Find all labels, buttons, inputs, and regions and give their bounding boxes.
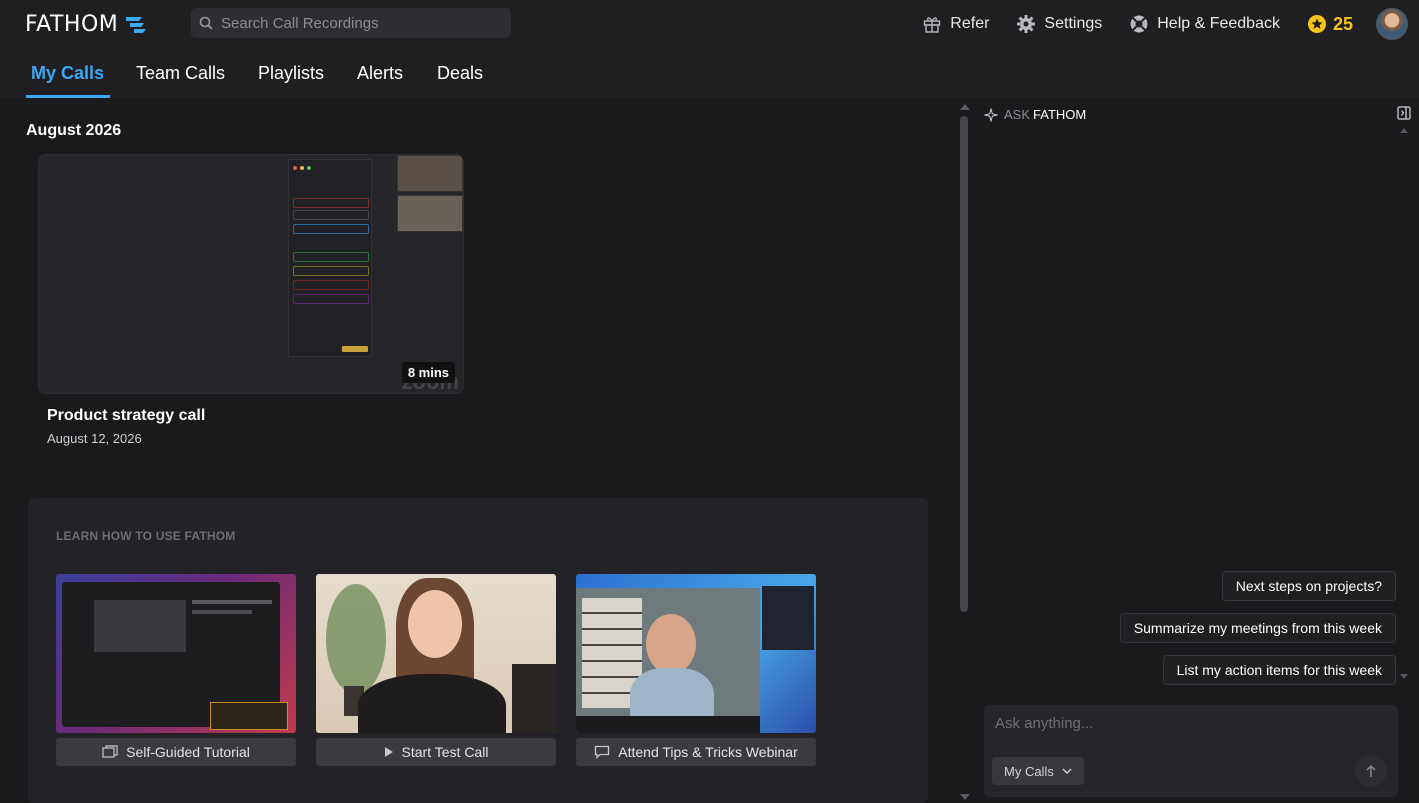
tab-deals[interactable]: Deals	[437, 63, 483, 84]
tab-playlists[interactable]: Playlists	[258, 63, 324, 84]
start-test-call-button[interactable]: Start Test Call	[316, 738, 556, 766]
fathom-label: FATHOM	[1033, 107, 1087, 122]
chevron-down-icon	[1062, 768, 1072, 774]
learn-card-test-call: Start Test Call	[316, 574, 556, 766]
sparkle-icon	[984, 107, 998, 122]
fathom-logo[interactable]: FATHOM	[25, 9, 147, 39]
refer-button[interactable]: Refer	[922, 14, 989, 34]
search-icon	[199, 16, 213, 30]
scroll-down-arrow[interactable]	[960, 794, 970, 800]
panel-scroll-up-arrow[interactable]	[1400, 128, 1408, 133]
learn-heading: LEARN HOW TO USE FATHOM	[56, 529, 236, 543]
attend-webinar-button[interactable]: Attend Tips & Tricks Webinar	[576, 738, 816, 766]
attend-webinar-label: Attend Tips & Tricks Webinar	[618, 744, 798, 760]
test-call-thumbnail[interactable]	[316, 574, 556, 733]
call-title[interactable]: Product strategy call	[47, 407, 205, 425]
ask-fathom-header: ASK FATHOM	[984, 107, 1086, 122]
chat-icon	[595, 745, 610, 759]
settings-label: Settings	[1044, 15, 1103, 32]
star-coin-icon	[1307, 15, 1326, 33]
scroll-thumb[interactable]	[960, 116, 968, 612]
scope-dropdown[interactable]: My Calls	[992, 757, 1084, 785]
gear-icon	[1017, 15, 1036, 33]
lifebuoy-icon	[1130, 15, 1148, 33]
self-guided-tutorial-button[interactable]: Self-Guided Tutorial	[56, 738, 296, 766]
collapse-panel-icon[interactable]	[1397, 106, 1411, 120]
refer-label: Refer	[950, 15, 990, 32]
settings-button[interactable]: Settings	[1016, 14, 1102, 34]
main-tabs: My Calls Team Calls Playlists Alerts Dea…	[0, 48, 1419, 98]
fathom-logo-icon	[126, 17, 147, 33]
ask-label: ASK	[1004, 107, 1031, 122]
help-feedback-button[interactable]: Help & Feedback	[1129, 14, 1280, 34]
user-avatar[interactable]	[1376, 8, 1408, 40]
scope-label: My Calls	[1004, 763, 1054, 779]
start-test-call-label: Start Test Call	[401, 744, 489, 760]
top-bar: FATHOM Refer	[0, 0, 1419, 48]
month-heading: August 2026	[26, 122, 122, 139]
suggestion-chip[interactable]: Summarize my meetings from this week	[1119, 613, 1396, 643]
gift-icon	[924, 17, 941, 33]
tutorial-thumbnail[interactable]	[56, 574, 296, 733]
calls-main-area: August 2026 zoom 8 mins Product strategy…	[0, 98, 957, 803]
participant-video	[397, 155, 463, 192]
call-thumbnail[interactable]: zoom 8 mins	[38, 154, 464, 394]
call-duration-badge: 8 mins	[401, 362, 455, 383]
ask-fathom-panel: ASK FATHOM Next steps on projects? Summa…	[973, 98, 1419, 803]
self-guided-tutorial-label: Self-Guided Tutorial	[126, 744, 250, 760]
ask-input[interactable]	[995, 715, 1355, 732]
main-scrollbar[interactable]	[957, 98, 973, 803]
help-feedback-label: Help & Feedback	[1157, 15, 1280, 32]
play-icon	[384, 747, 393, 757]
search-input[interactable]	[221, 14, 491, 32]
learn-panel: LEARN HOW TO USE FATHOM Self-Guided Tuto…	[28, 498, 928, 803]
learn-card-tutorial: Self-Guided Tutorial	[56, 574, 296, 766]
thumbnail-app-window	[288, 159, 372, 357]
participant-video	[397, 195, 463, 232]
search-bar[interactable]	[191, 8, 511, 38]
credits-badge[interactable]: 25	[1307, 14, 1353, 35]
tab-my-calls[interactable]: My Calls	[31, 63, 104, 84]
scroll-up-arrow[interactable]	[960, 104, 970, 110]
ask-input-container: My Calls	[984, 705, 1398, 797]
send-button[interactable]	[1355, 755, 1387, 787]
tab-alerts[interactable]: Alerts	[357, 63, 403, 84]
arrow-up-icon	[1366, 764, 1376, 777]
top-actions: Refer Settings Help & Feedback 25	[922, 0, 1419, 48]
tab-team-calls[interactable]: Team Calls	[136, 63, 225, 84]
logo-wordmark: FATHOM	[25, 11, 119, 37]
learn-card-webinar: Attend Tips & Tricks Webinar	[576, 574, 816, 766]
suggestion-chip[interactable]: Next steps on projects?	[1221, 571, 1396, 601]
webinar-thumbnail[interactable]	[576, 574, 816, 733]
tutorial-icon	[102, 745, 118, 758]
suggestion-chip[interactable]: List my action items for this week	[1162, 655, 1396, 685]
credits-count: 25	[1332, 13, 1353, 34]
call-date: August 12, 2026	[47, 431, 142, 446]
panel-scroll-down-arrow[interactable]	[1400, 674, 1408, 679]
